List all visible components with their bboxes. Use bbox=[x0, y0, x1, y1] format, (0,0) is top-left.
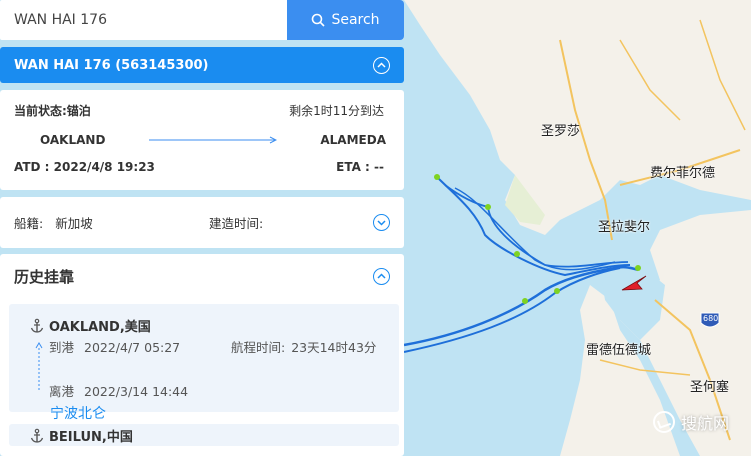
collapse-button[interactable] bbox=[373, 56, 390, 74]
highway-shield-label: 680 bbox=[703, 314, 719, 323]
city-label: 圣拉斐尔 bbox=[598, 220, 651, 235]
chevron-down-icon bbox=[377, 219, 386, 226]
arrival-time: 2022/4/7 05:27 bbox=[84, 340, 181, 355]
timeline-arrow-icon bbox=[35, 342, 43, 390]
search-input[interactable] bbox=[0, 0, 287, 40]
search-button-label: Search bbox=[331, 12, 380, 28]
voyage-status-card: 当前状态:锚泊 剩余1时11分到达 OAKLAND ALAMEDA ATD : … bbox=[0, 90, 404, 190]
search-button[interactable]: Search bbox=[287, 0, 404, 40]
city-label: 费尔菲尔德 bbox=[650, 166, 716, 181]
city-label: 雷德伍德城 bbox=[586, 343, 652, 358]
watermark: 搜航网 bbox=[652, 410, 729, 434]
current-status: 当前状态:锚泊 bbox=[14, 104, 91, 118]
voyage-duration-label: 航程时间: bbox=[231, 340, 286, 355]
chevron-up-icon bbox=[377, 62, 386, 68]
track-point bbox=[434, 174, 440, 180]
voyage-duration: 23天14时43分 bbox=[291, 340, 377, 355]
port-name: BEILUN,中国 bbox=[49, 430, 133, 445]
expand-info-button[interactable] bbox=[373, 214, 390, 231]
history-header[interactable]: 历史挂靠 bbox=[0, 254, 404, 298]
flag-value: 新加坡 bbox=[55, 216, 93, 231]
vessel-header[interactable]: WAN HAI 176 (563145300) bbox=[0, 47, 404, 83]
vessel-info-card: 船籍: 新加坡 建造时间: bbox=[0, 197, 404, 248]
track-point bbox=[635, 265, 641, 271]
port-name: OAKLAND,美国 bbox=[49, 320, 151, 335]
arrival-label: 到港 bbox=[49, 340, 75, 355]
port-call-entry[interactable]: OAKLAND,美国 到港 2022/4/7 05:27 航程时间: 23天14… bbox=[9, 304, 399, 412]
port-history-card: 历史挂靠 OAKLAND,美国 到港 2022/4/7 05:27 航程时间: … bbox=[0, 254, 404, 456]
route: OAKLAND ALAMEDA bbox=[40, 133, 386, 147]
eta-remaining: 剩余1时11分到达 bbox=[289, 104, 384, 118]
vessel-title: WAN HAI 176 (563145300) bbox=[14, 57, 209, 73]
atd: ATD : 2022/4/8 19:23 bbox=[14, 160, 155, 174]
vessel-panel: Search WAN HAI 176 (563145300) 当前状态:锚泊 剩… bbox=[0, 0, 404, 456]
route-arrow-icon bbox=[148, 136, 277, 144]
destination-port: ALAMEDA bbox=[320, 133, 386, 147]
anchor-icon bbox=[30, 428, 44, 443]
departure-label: 离港 bbox=[49, 384, 75, 399]
city-label: 圣何塞 bbox=[690, 380, 730, 395]
watermark-text: 搜航网 bbox=[680, 414, 729, 433]
city-label: 圣罗莎 bbox=[541, 124, 581, 139]
chevron-up-icon bbox=[377, 273, 386, 279]
watermark-logo-icon bbox=[652, 411, 675, 433]
search-bar: Search bbox=[0, 0, 404, 40]
flag-label: 船籍: bbox=[14, 216, 44, 231]
origin-port: OAKLAND bbox=[40, 133, 106, 147]
collapse-history-button[interactable] bbox=[373, 267, 390, 285]
port-call-entry[interactable]: BEILUN,中国 bbox=[9, 424, 399, 446]
track-point bbox=[522, 298, 528, 304]
build-label: 建造时间: bbox=[209, 216, 264, 231]
history-title: 历史挂靠 bbox=[14, 267, 75, 286]
track-point bbox=[514, 251, 520, 257]
departure-time: 2022/3/14 14:44 bbox=[84, 384, 189, 399]
anchor-icon bbox=[30, 318, 44, 333]
eta: ETA : -- bbox=[336, 160, 384, 174]
next-port-link[interactable]: 宁波北仑 bbox=[50, 403, 106, 423]
search-icon bbox=[312, 13, 326, 27]
track-point bbox=[485, 204, 491, 210]
track-point bbox=[554, 288, 560, 294]
